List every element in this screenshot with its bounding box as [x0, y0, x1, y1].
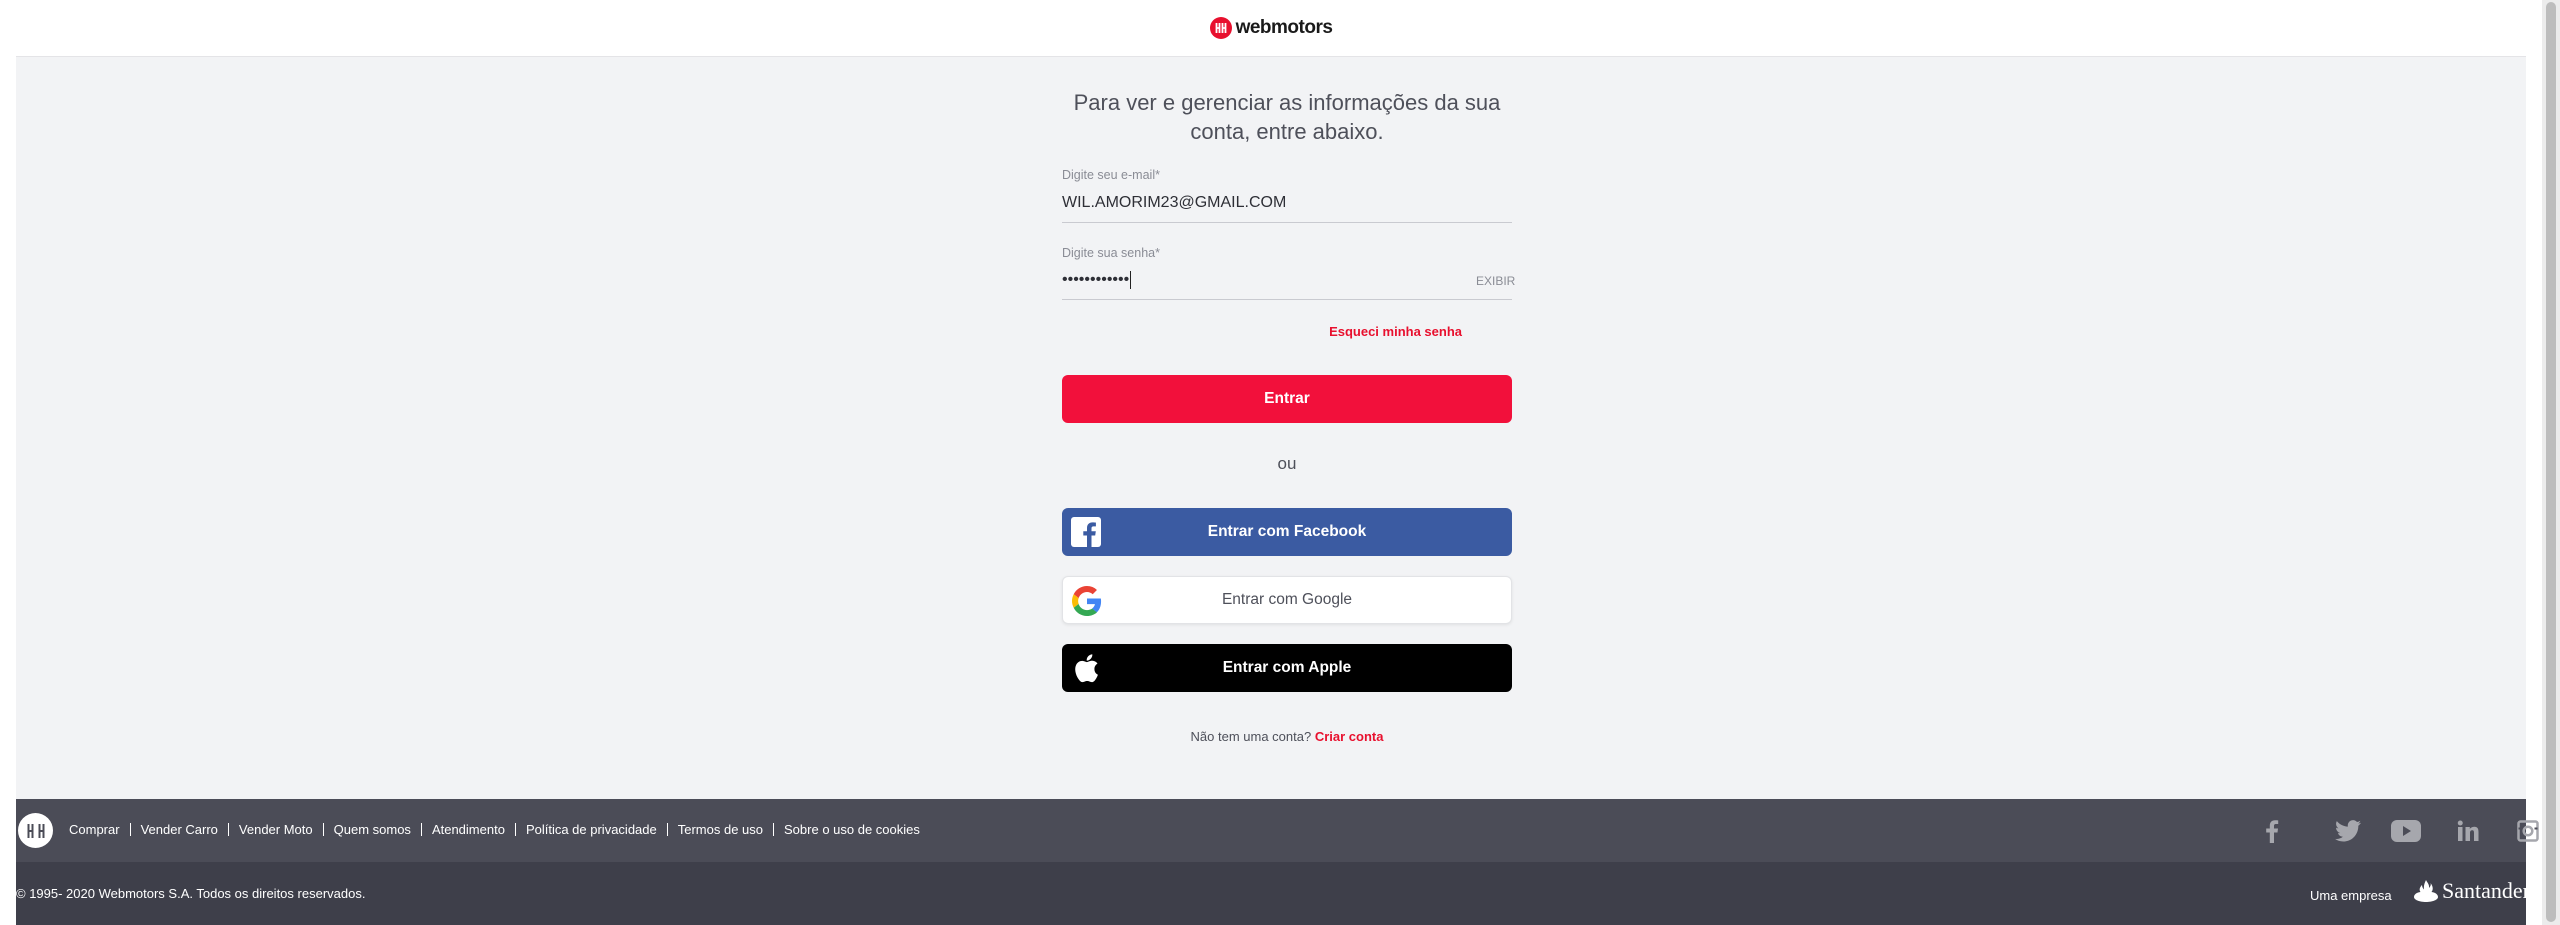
instagram-icon[interactable] [2513, 816, 2543, 846]
footer-link-termos[interactable]: Termos de uso [678, 822, 763, 837]
facebook-login-button[interactable]: Entrar com Facebook [1062, 508, 1512, 556]
facebook-login-label: Entrar com Facebook [1207, 523, 1367, 540]
password-input[interactable]: •••••••••••• [1062, 271, 1132, 289]
footer-logo-icon [27, 823, 44, 838]
email-label: Digite seu e-mail* [1062, 168, 1160, 182]
divider [227, 823, 229, 836]
page-scrollbar[interactable] [2542, 0, 2560, 925]
youtube-icon[interactable] [2391, 816, 2421, 846]
google-login-label: Entrar com Google [1221, 591, 1353, 608]
divider [773, 823, 775, 836]
show-password-button[interactable]: EXIBIR [1476, 274, 1515, 288]
google-icon [1072, 586, 1102, 616]
brand-name: webmotors [1235, 17, 1333, 38]
signup-prompt-text: Não tem uma conta? [1190, 729, 1312, 744]
twitter-icon[interactable] [2333, 816, 2363, 846]
forgot-password-link[interactable]: Esqueci minha senha [1329, 324, 1462, 339]
divider [322, 823, 324, 836]
or-divider: ou [1277, 454, 1297, 473]
footer-nav: Comprar Vender Carro Vender Moto Quem so… [16, 799, 2539, 862]
webmotors-logo[interactable]: webmotors [1209, 17, 1333, 39]
linkedin-icon[interactable] [2453, 816, 2483, 846]
divider [420, 823, 422, 836]
apple-login-button[interactable]: Entrar com Apple [1062, 644, 1512, 692]
facebook-icon [1071, 517, 1101, 547]
webmotors-logo-mark [1209, 17, 1232, 39]
footer-logo[interactable] [18, 813, 53, 848]
login-submit-button[interactable]: Entrar [1062, 375, 1512, 423]
footer-link-cookies[interactable]: Sobre o uso de cookies [784, 822, 920, 837]
divider [514, 823, 516, 836]
footer-link-vender-moto[interactable]: Vender Moto [239, 822, 313, 837]
login-submit-label: Entrar [1264, 390, 1310, 407]
password-underline [1062, 299, 1512, 300]
divider [129, 823, 131, 836]
email-underline [1062, 222, 1512, 223]
page-heading: Para ver e gerenciar as informações da s… [1073, 90, 1501, 144]
password-label: Digite sua senha* [1062, 246, 1160, 260]
footer-bottom: © 1995- 2020 Webmotors S.A. Todos os dir… [16, 862, 2530, 925]
footer-links: Comprar Vender Carro Vender Moto Quem so… [69, 822, 920, 837]
signup-prompt: Não tem uma conta? Criar conta [1062, 729, 1512, 744]
email-input[interactable]: WIL.AMORIM23@GMAIL.COM [1062, 194, 1286, 212]
footer-link-comprar[interactable]: Comprar [69, 822, 120, 837]
company-name: Santander [2442, 878, 2530, 903]
scrollbar-thumb[interactable] [2546, 2, 2556, 922]
create-account-link[interactable]: Criar conta [1315, 729, 1384, 744]
copyright-text: © 1995- 2020 Webmotors S.A. Todos os dir… [16, 886, 366, 901]
divider [666, 823, 668, 836]
text-caret [1130, 271, 1132, 289]
company-label: Uma empresa [2310, 888, 2392, 903]
facebook-icon[interactable] [2257, 816, 2287, 846]
apple-icon [1071, 653, 1101, 683]
footer-link-quem-somos[interactable]: Quem somos [334, 822, 411, 837]
footer-link-atendimento[interactable]: Atendimento [432, 822, 505, 837]
santander-logo[interactable]: Santander [2414, 878, 2530, 904]
footer-link-privacidade[interactable]: Política de privacidade [526, 822, 657, 837]
footer-link-vender-carro[interactable]: Vender Carro [141, 822, 218, 837]
top-header: webmotors [16, 0, 2526, 57]
password-masked-value: •••••••••••• [1062, 271, 1130, 289]
santander-flame-icon [2414, 880, 2438, 902]
page: webmotors Para ver e gerenciar as inform… [16, 0, 2539, 925]
google-login-button[interactable]: Entrar com Google [1062, 576, 1512, 624]
apple-login-label: Entrar com Apple [1222, 659, 1352, 676]
